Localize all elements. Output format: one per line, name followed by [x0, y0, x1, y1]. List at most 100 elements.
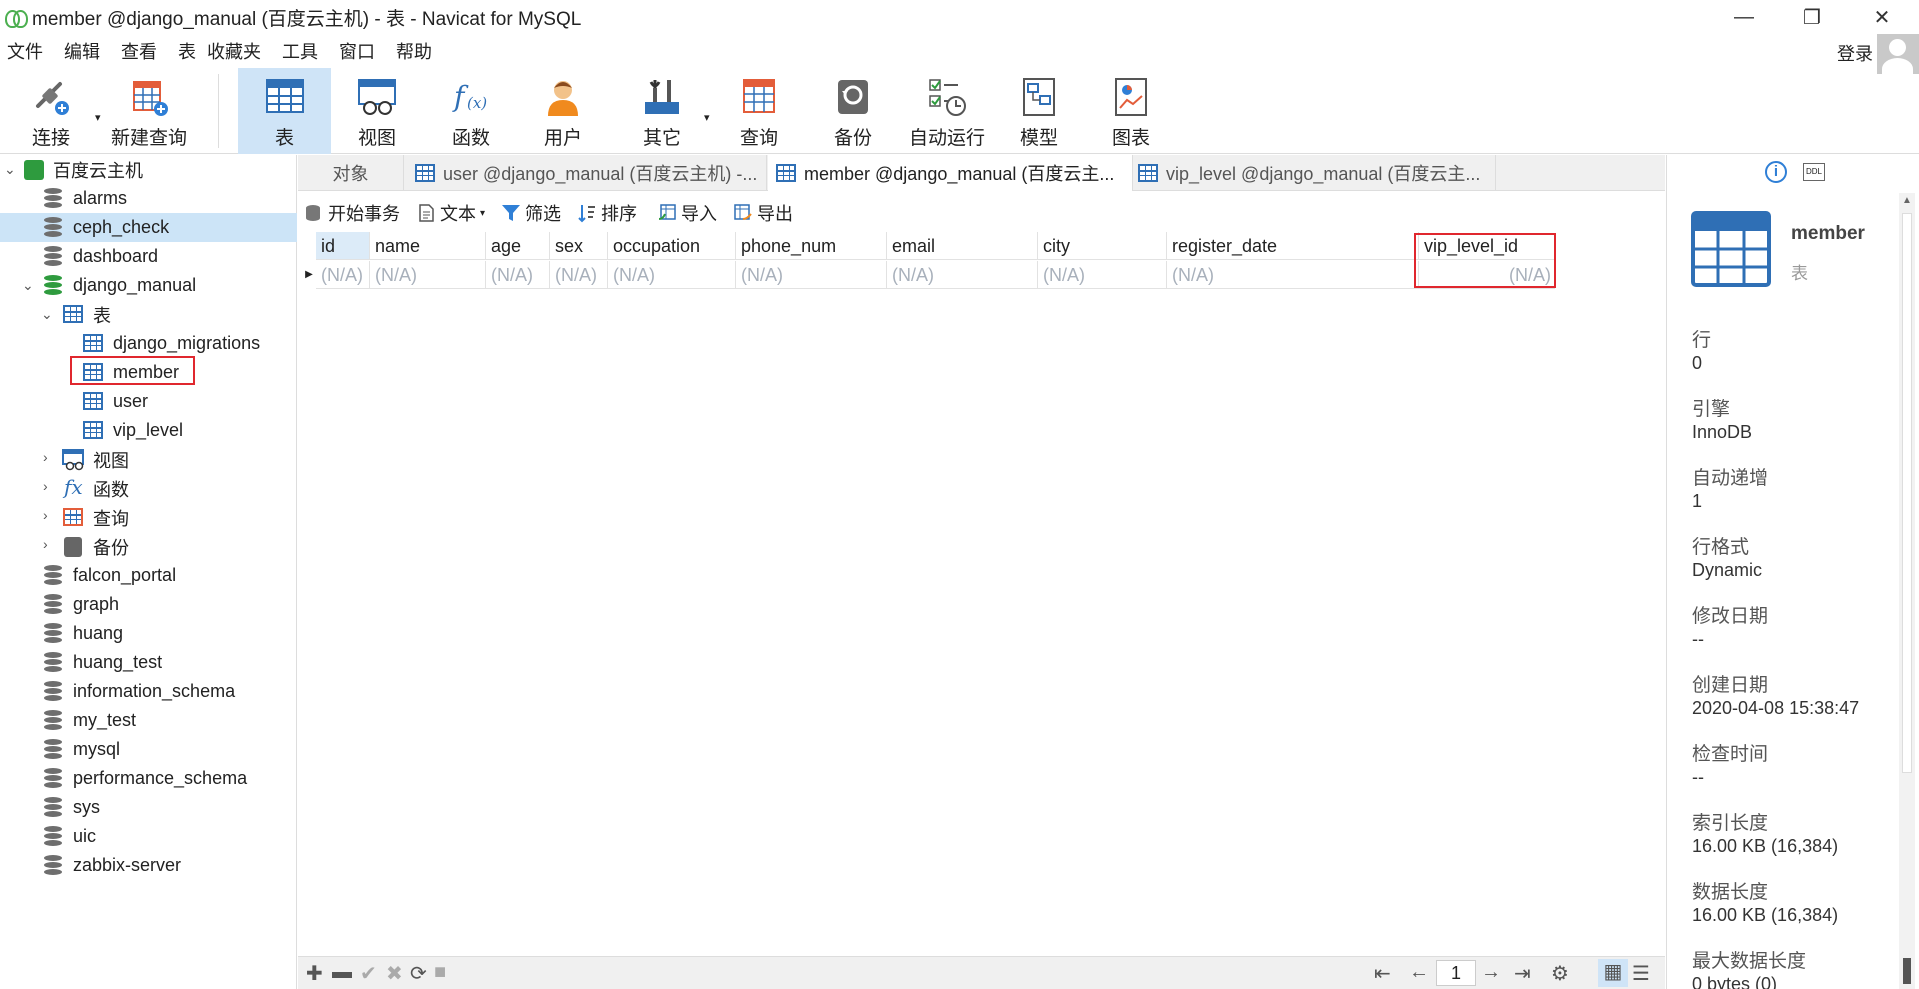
tree-queries-group[interactable]: › 查询 — [0, 503, 297, 532]
tree-table-vip-level[interactable]: vip_level — [0, 416, 297, 445]
chevron-down-icon[interactable]: ⌄ — [41, 306, 55, 322]
export-button[interactable]: 导出 — [733, 200, 793, 226]
stop-icon[interactable]: ■ — [434, 961, 446, 984]
tree-db-my-test[interactable]: my_test — [0, 706, 297, 735]
add-record-icon[interactable]: ✚ — [306, 961, 323, 986]
tree-db-ceph-check[interactable]: ceph_check — [0, 213, 297, 242]
cell-email[interactable]: (N/A) — [887, 261, 1038, 289]
backup-button[interactable]: 备份 — [822, 68, 884, 154]
cell-age[interactable]: (N/A) — [486, 261, 550, 289]
user-button[interactable]: 用户 — [532, 68, 594, 154]
column-header-id[interactable]: id — [316, 232, 370, 260]
tree-db-performance-schema[interactable]: performance_schema — [0, 764, 297, 793]
tree-tables-group[interactable]: ⌄ 表 — [0, 300, 297, 329]
other-dropdown-icon[interactable]: ▾ — [704, 68, 710, 128]
cell-city[interactable]: (N/A) — [1038, 261, 1167, 289]
table-button[interactable]: 表 — [238, 68, 331, 154]
minimize-button[interactable]: — — [1714, 0, 1774, 34]
maximize-button[interactable]: ❐ — [1782, 0, 1842, 34]
function-button[interactable]: f (x) 函数 — [440, 68, 502, 154]
column-header-email[interactable]: email — [887, 232, 1038, 260]
menu-view[interactable]: 查看 — [114, 38, 171, 64]
chevron-down-icon[interactable]: ⌄ — [4, 161, 18, 177]
sort-button[interactable]: 排序 — [577, 200, 637, 226]
chart-button[interactable]: 图表 — [1100, 68, 1162, 154]
menu-favorites[interactable]: 收藏夹 — [200, 38, 275, 64]
auto-run-button[interactable]: 自动运行 — [906, 68, 988, 154]
tree-functions-group[interactable]: › fx 函数 — [0, 474, 297, 503]
scrollbar-thumb[interactable] — [1902, 213, 1912, 773]
tree-backups-group[interactable]: › 备份 — [0, 532, 297, 561]
menu-file[interactable]: 文件 — [0, 38, 57, 64]
tree-connection[interactable]: ⌄ 百度云主机 — [0, 155, 297, 184]
column-header-name[interactable]: name — [370, 232, 486, 260]
menu-table[interactable]: 表 — [171, 38, 200, 64]
tree-db-mysql[interactable]: mysql — [0, 735, 297, 764]
page-number-input[interactable]: 1 — [1436, 960, 1476, 986]
view-button[interactable]: 视图 — [346, 68, 408, 154]
cell-occupation[interactable]: (N/A) — [608, 261, 736, 289]
tree-db-huang-test[interactable]: huang_test — [0, 648, 297, 677]
tree-db-alarms[interactable]: alarms — [0, 184, 297, 213]
tree-views-group[interactable]: › 视图 — [0, 445, 297, 474]
scrollbar-handle[interactable] — [1903, 958, 1911, 984]
tree-db-graph[interactable]: graph — [0, 590, 297, 619]
tree-table-user[interactable]: user — [0, 387, 297, 416]
chevron-down-icon[interactable]: ⌄ — [22, 277, 36, 293]
discard-changes-icon[interactable]: ✖ — [386, 961, 403, 986]
scroll-up-icon[interactable]: ▲ — [1902, 195, 1912, 206]
connect-button[interactable]: 连接 — [20, 68, 82, 154]
column-header-register-date[interactable]: register_date — [1167, 232, 1419, 260]
refresh-icon[interactable]: ⟳ — [410, 961, 427, 986]
tree-db-uic[interactable]: uic — [0, 822, 297, 851]
info-scrollbar[interactable]: ▲ — [1899, 193, 1915, 989]
chevron-down-icon[interactable]: ▾ — [480, 208, 485, 219]
tab-user[interactable]: user @django_manual (百度云主机) -... — [405, 155, 767, 191]
tab-vip-level[interactable]: vip_level @django_manual (百度云主... — [1134, 155, 1496, 191]
model-button[interactable]: 模型 — [1008, 68, 1070, 154]
chevron-right-icon[interactable]: › — [43, 507, 57, 523]
tab-objects[interactable]: 对象 — [298, 155, 404, 191]
tree-db-huang[interactable]: huang — [0, 619, 297, 648]
tree-table-django-migrations[interactable]: django_migrations — [0, 329, 297, 358]
tree-db-dashboard[interactable]: dashboard — [0, 242, 297, 271]
chevron-right-icon[interactable]: › — [43, 536, 57, 552]
delete-record-icon[interactable]: ▬ — [332, 961, 352, 984]
form-view-icon[interactable]: ☰ — [1632, 961, 1650, 986]
ddl-icon[interactable]: DDL — [1803, 163, 1825, 181]
cell-register-date[interactable]: (N/A) — [1167, 261, 1419, 289]
import-button[interactable]: 导入 — [657, 200, 717, 226]
close-button[interactable]: ✕ — [1852, 0, 1912, 34]
tab-member[interactable]: member @django_manual (百度云主... — [768, 155, 1133, 191]
tree-db-sys[interactable]: sys — [0, 793, 297, 822]
previous-page-icon[interactable]: ← — [1409, 961, 1429, 984]
chevron-right-icon[interactable]: › — [43, 478, 57, 494]
text-button[interactable]: 文本 ▾ — [416, 200, 485, 226]
column-header-sex[interactable]: sex — [550, 232, 608, 260]
tree-db-django-manual[interactable]: ⌄ django_manual — [0, 271, 297, 300]
cell-phone-num[interactable]: (N/A) — [736, 261, 887, 289]
cell-name[interactable]: (N/A) — [370, 261, 486, 289]
cell-sex[interactable]: (N/A) — [550, 261, 608, 289]
chevron-right-icon[interactable]: › — [43, 449, 57, 465]
tree-db-information-schema[interactable]: information_schema — [0, 677, 297, 706]
query-button[interactable]: 查询 — [728, 68, 790, 154]
next-page-icon[interactable]: → — [1481, 961, 1501, 984]
info-icon[interactable]: i — [1765, 161, 1787, 183]
tree-db-falcon-portal[interactable]: falcon_portal — [0, 561, 297, 590]
filter-button[interactable]: 筛选 — [501, 200, 561, 226]
menu-tools[interactable]: 工具 — [275, 38, 332, 64]
login-link[interactable]: 登录 — [1837, 40, 1873, 66]
menu-edit[interactable]: 编辑 — [57, 38, 114, 64]
connect-dropdown-icon[interactable]: ▾ — [95, 68, 101, 128]
column-header-age[interactable]: age — [486, 232, 550, 260]
first-page-icon[interactable]: ⇤ — [1374, 961, 1391, 986]
settings-gear-icon[interactable]: ⚙ — [1551, 961, 1569, 986]
grid-view-icon[interactable]: ▦ — [1598, 959, 1628, 987]
menu-window[interactable]: 窗口 — [332, 38, 389, 64]
tree-db-zabbix-server[interactable]: zabbix-server — [0, 851, 297, 880]
cell-id[interactable]: (N/A) — [316, 261, 370, 289]
last-page-icon[interactable]: ⇥ — [1514, 961, 1531, 986]
column-header-city[interactable]: city — [1038, 232, 1167, 260]
other-button[interactable]: 其它 — [631, 68, 693, 154]
